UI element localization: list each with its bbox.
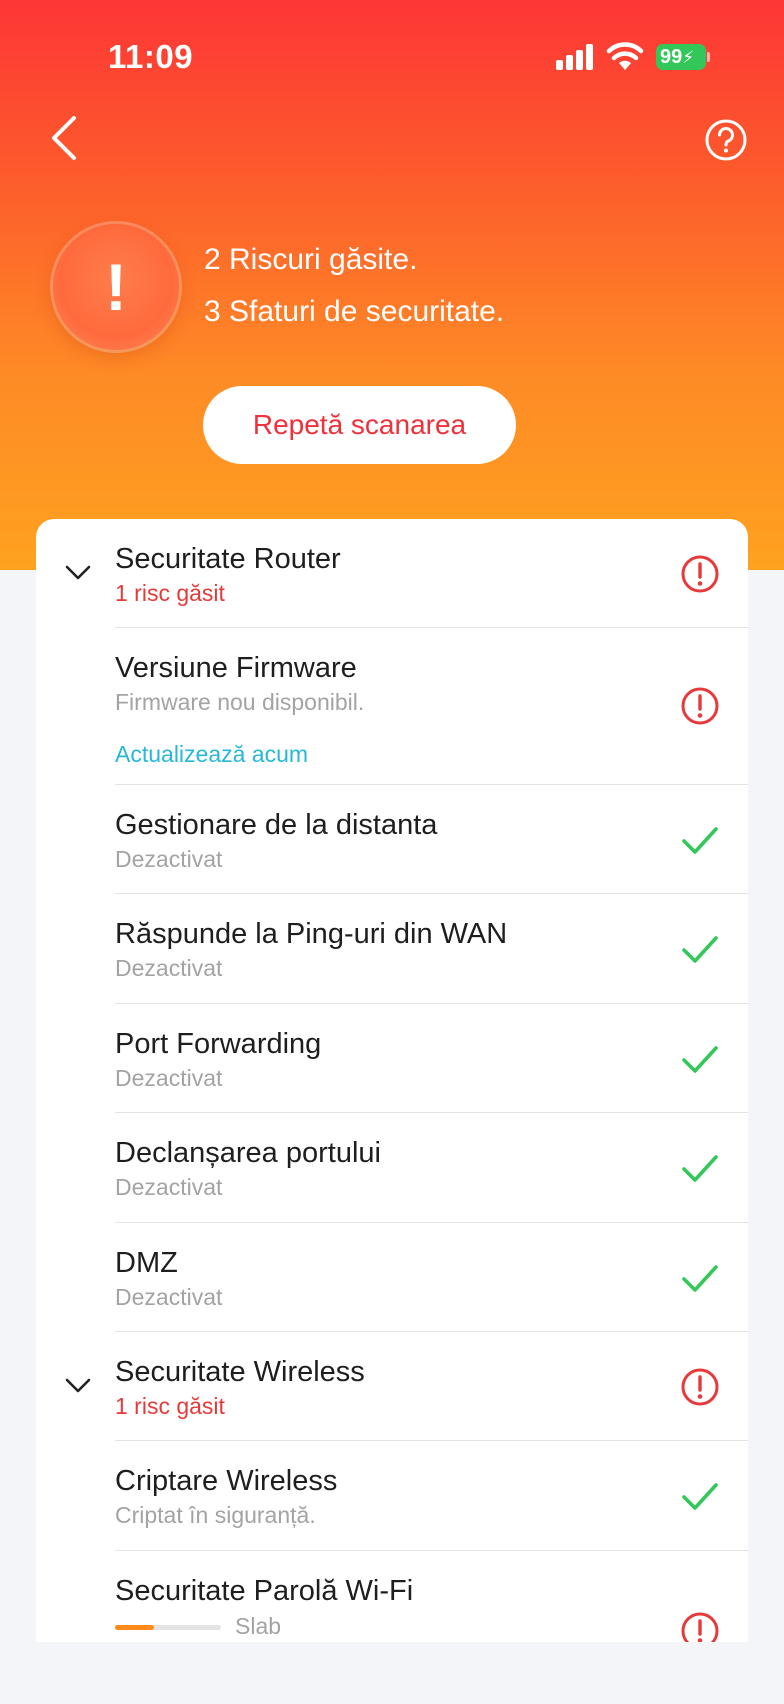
item-title: Răspunde la Ping-uri din WAN (115, 918, 508, 950)
item-title: Gestionare de la distanta (115, 809, 438, 841)
rescan-button[interactable]: Repetă scanarea (203, 386, 516, 464)
list-item-port-triggering[interactable]: Declanșarea portului Dezactivat (36, 1113, 748, 1223)
list-item-firmware[interactable]: Versiune Firmware Firmware nou disponibi… (36, 628, 748, 785)
risk-icon (681, 687, 719, 725)
item-title: Port Forwarding (115, 1028, 322, 1060)
list-item-ping-wan[interactable]: Răspunde la Ping-uri din WAN Dezactivat (36, 894, 748, 1004)
risk-icon (681, 555, 719, 593)
chevron-down-icon[interactable] (64, 1377, 92, 1395)
checkmark-icon (682, 1483, 718, 1510)
bottom-fade (0, 1642, 784, 1704)
section-title: Securitate Router (115, 543, 341, 575)
checkmark-icon (682, 1046, 718, 1073)
chevron-down-icon[interactable] (64, 564, 92, 582)
tips-summary: 3 Sfaturi de securitate. (204, 295, 505, 328)
checkmark-icon (682, 1155, 718, 1182)
checkmark-icon (682, 936, 718, 963)
item-status: Dezactivat (115, 1174, 223, 1200)
section-risk-count: 1 risc găsit (115, 1393, 225, 1419)
charging-bolt-icon: ⚡ (682, 48, 695, 67)
risks-summary: 2 Riscuri găsite. (204, 243, 418, 276)
battery-indicator: 99⚡ (656, 44, 706, 70)
item-status: Criptat în siguranță. (115, 1502, 316, 1528)
battery-cap (707, 52, 710, 62)
item-status: Dezactivat (115, 1065, 223, 1091)
item-title: Declanșarea portului (115, 1137, 381, 1169)
item-title: Securitate Parolă Wi-Fi (115, 1575, 414, 1607)
list-item-remote-management[interactable]: Gestionare de la distanta Dezactivat (36, 785, 748, 894)
list-item-dmz[interactable]: DMZ Dezactivat (36, 1223, 748, 1332)
item-status: Dezactivat (115, 955, 223, 981)
list-item-port-forwarding[interactable]: Port Forwarding Dezactivat (36, 1004, 748, 1113)
section-wireless[interactable]: Securitate Wireless 1 risc găsit (36, 1332, 748, 1441)
item-status: Dezactivat (115, 846, 223, 872)
battery-level: 99 (660, 46, 683, 68)
item-status: Firmware nou disponibil. (115, 689, 365, 715)
status-bar: 11:09 99⚡ (0, 0, 784, 110)
password-strength-fill (115, 1625, 155, 1630)
cellular-signal-icon (556, 44, 596, 70)
wifi-icon (606, 42, 644, 70)
status-time: 11:09 (108, 38, 194, 75)
risk-icon (681, 1368, 719, 1406)
security-results-card: Securitate Router 1 risc găsit Versiune … (36, 519, 748, 1704)
section-risk-count: 1 risc găsit (115, 580, 225, 606)
item-title: DMZ (115, 1247, 178, 1279)
checkmark-icon (682, 827, 718, 854)
exclamation-icon: ! (105, 250, 127, 324)
warning-badge: ! (53, 224, 179, 350)
item-title: Criptare Wireless (115, 1465, 338, 1497)
password-strength-label: Slab (235, 1613, 282, 1639)
update-now-link[interactable]: Actualizează acum (115, 741, 308, 768)
section-title: Securitate Wireless (115, 1356, 365, 1388)
section-router[interactable]: Securitate Router 1 risc găsit (36, 519, 748, 628)
list-item-wireless-encryption[interactable]: Criptare Wireless Criptat în siguranță. (36, 1441, 748, 1551)
password-strength-bar (115, 1625, 221, 1630)
item-title: Versiune Firmware (115, 652, 357, 684)
item-status: Dezactivat (115, 1284, 223, 1310)
back-button[interactable] (44, 112, 84, 164)
checkmark-icon (682, 1265, 718, 1292)
help-button[interactable] (704, 118, 748, 162)
